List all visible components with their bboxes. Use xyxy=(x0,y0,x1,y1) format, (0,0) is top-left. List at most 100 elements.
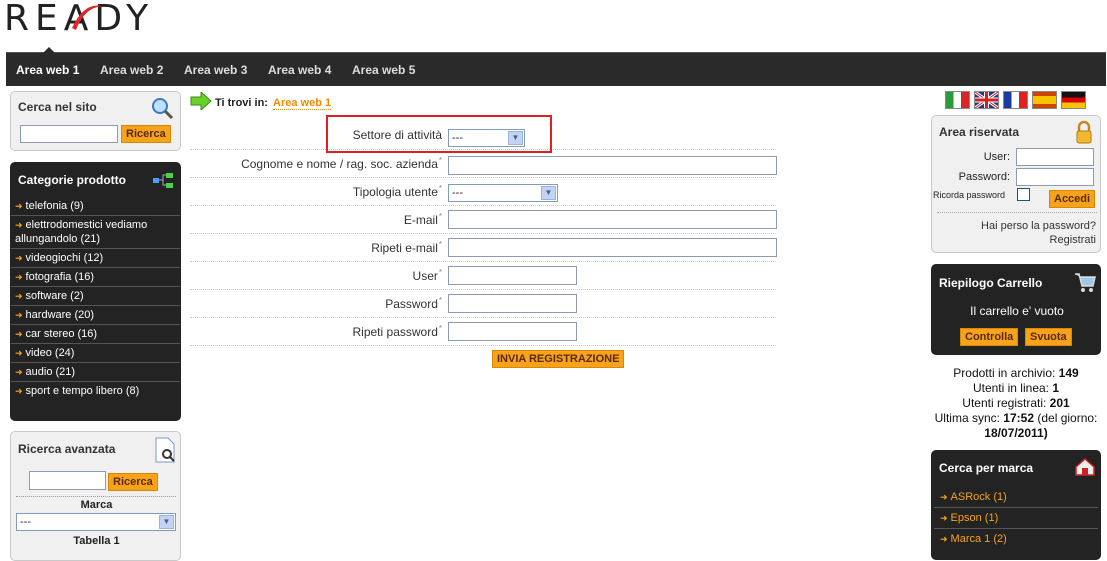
top-navigation: Area web 1 Area web 2 Area web 3 Area we… xyxy=(6,47,1106,87)
cognome-input[interactable] xyxy=(448,156,777,175)
bullet-arrow-icon: ➜ xyxy=(15,310,23,320)
form-row-cognome: Cognome e nome / rag. soc. azienda* xyxy=(190,150,777,178)
category-item-audio[interactable]: ➜ audio (21) xyxy=(11,362,180,381)
category-label: telefonia (9) xyxy=(25,200,84,212)
brand-label: Epson (1) xyxy=(950,512,999,524)
cart-check-button[interactable]: Controlla xyxy=(960,328,1019,346)
advanced-search-box: Ricerca avanzata Ricerca Marca --- ▼ Tab… xyxy=(10,431,181,561)
cart-empty-button[interactable]: Svuota xyxy=(1025,328,1072,346)
form-row-tipologia: Tipologia utente* --- ▼ xyxy=(190,178,776,206)
brand-select[interactable]: --- ▼ xyxy=(16,513,176,531)
flag-spain-icon[interactable] xyxy=(1032,91,1057,109)
bullet-arrow-icon: ➜ xyxy=(15,253,23,263)
stat-sync: Ultima sync: 17:52 (del giorno: 18/07/201… xyxy=(934,411,1098,440)
table-label: Tabella 1 xyxy=(73,535,120,547)
form-row-user: User* xyxy=(190,262,776,290)
category-label: sport e tempo libero (8) xyxy=(25,385,140,397)
category-item-sport[interactable]: ➜ sport e tempo libero (8) xyxy=(11,381,180,400)
reserved-area-box: Area riservata User: Password: Ricorda p… xyxy=(931,115,1101,253)
category-item-fotografia[interactable]: ➜ fotografia (16) xyxy=(11,267,180,286)
nav-area-web-3[interactable]: Area web 3 xyxy=(184,53,247,87)
field-label: E-mail* xyxy=(403,212,442,227)
category-list: ➜ telefonia (9) ➜ elettrodomestici vediamo… xyxy=(11,197,180,400)
form-row-email: E-mail* xyxy=(190,206,777,234)
category-item-software[interactable]: ➜ software (2) xyxy=(11,286,180,305)
brand-item-epson[interactable]: ➜ Epson (1) xyxy=(934,507,1098,528)
bullet-arrow-icon: ➜ xyxy=(940,492,948,502)
repeat-password-input[interactable] xyxy=(448,322,577,341)
stat-products: Prodotti in archivio: 149 xyxy=(953,366,1079,380)
user-input[interactable] xyxy=(448,266,577,285)
divider xyxy=(16,496,176,497)
site-logo[interactable]: READY xyxy=(4,0,154,40)
chevron-down-icon: ▼ xyxy=(541,186,556,200)
field-label: Cognome e nome / rag. soc. azienda* xyxy=(241,156,442,171)
nav-area-web-5[interactable]: Area web 5 xyxy=(352,53,415,87)
login-button[interactable]: Accedi xyxy=(1049,190,1096,208)
category-label: videogiochi (12) xyxy=(25,252,104,264)
field-label: Tipologia utente* xyxy=(352,184,442,199)
bullet-arrow-icon: ➜ xyxy=(15,367,23,377)
login-user-label: User: xyxy=(983,151,1010,163)
flag-uk-icon[interactable] xyxy=(974,90,999,110)
categories-box: Categorie prodotto ➜ telefonia (9) ➜ elett… xyxy=(10,162,181,421)
form-row-password: Password* xyxy=(190,290,776,318)
bullet-arrow-icon: ➜ xyxy=(15,201,23,211)
breadcrumb-link[interactable]: Area web 1 xyxy=(273,97,332,110)
submit-registration-button[interactable]: INVIA REGISTRAZIONE xyxy=(492,350,625,368)
flag-italy-icon[interactable] xyxy=(945,91,970,109)
bullet-arrow-icon: ➜ xyxy=(15,386,23,396)
category-item-videogiochi[interactable]: ➜ videogiochi (12) xyxy=(11,248,180,267)
field-label: Password* xyxy=(385,296,442,311)
remember-password-checkbox[interactable] xyxy=(1017,188,1030,201)
cart-summary-box: Riepilogo Carrello Il carrello e' vuoto … xyxy=(931,264,1101,355)
brand-search-box: Cerca per marca ➜ ASRock (1) ➜ Epson (1) ➜… xyxy=(931,450,1101,560)
category-item-car-stereo[interactable]: ➜ car stereo (16) xyxy=(11,324,180,343)
bullet-arrow-icon: ➜ xyxy=(15,291,23,301)
category-label: audio (21) xyxy=(25,366,76,378)
category-item-telefonia[interactable]: ➜ telefonia (9) xyxy=(11,197,180,215)
nav-area-web-2[interactable]: Area web 2 xyxy=(100,53,163,87)
lost-password-link[interactable]: Hai perso la password? xyxy=(981,220,1096,232)
category-label: elettrodomestici vediamo allungandolo (2… xyxy=(15,219,148,245)
bullet-arrow-icon: ➜ xyxy=(15,272,23,282)
brand-label: Marca 1 (2) xyxy=(950,533,1007,545)
login-password-input[interactable] xyxy=(1016,168,1094,186)
category-label: fotografia (16) xyxy=(25,271,95,283)
nav-area-web-4[interactable]: Area web 4 xyxy=(268,53,331,87)
brand-item-asrock[interactable]: ➜ ASRock (1) xyxy=(934,487,1098,507)
site-search-input[interactable] xyxy=(20,125,118,143)
site-stats: Prodotti in archivio: 149 Utenti in line… xyxy=(931,366,1101,441)
stat-registered: Utenti registrati: 201 xyxy=(962,396,1070,410)
login-user-input[interactable] xyxy=(1016,148,1094,166)
form-row-ripeti-email: Ripeti e-mail* xyxy=(190,234,777,262)
register-link[interactable]: Registrati xyxy=(1050,234,1096,246)
category-item-video[interactable]: ➜ video (24) xyxy=(11,343,180,362)
category-item-hardware[interactable]: ➜ hardware (20) xyxy=(11,305,180,324)
flag-germany-icon[interactable] xyxy=(1061,91,1086,109)
field-label: User* xyxy=(412,268,442,283)
category-tree-icon xyxy=(153,173,173,188)
logo-swoosh-icon xyxy=(72,5,102,30)
email-input[interactable] xyxy=(448,210,777,229)
advanced-search-input[interactable] xyxy=(29,471,106,490)
category-item-elettrodomestici[interactable]: ➜ elettrodomestici vediamo allungandolo (… xyxy=(11,215,180,248)
site-search-button[interactable]: Ricerca xyxy=(121,125,171,143)
field-label: Ripeti e-mail* xyxy=(371,240,442,255)
tipologia-select-value: --- xyxy=(452,187,463,199)
repeat-email-input[interactable] xyxy=(448,238,777,257)
nav-area-web-1[interactable]: Area web 1 xyxy=(16,53,79,87)
flag-france-icon[interactable] xyxy=(1003,91,1028,109)
breadcrumb-prefix: Ti trovi in: xyxy=(215,97,268,109)
stat-online: Utenti in linea: 1 xyxy=(972,381,1060,395)
brand-label: ASRock (1) xyxy=(950,491,1007,503)
category-label: video (24) xyxy=(25,347,75,359)
bullet-arrow-icon: ➜ xyxy=(940,513,948,523)
form-row-ripeti-password: Ripeti password* xyxy=(190,318,776,346)
password-input[interactable] xyxy=(448,294,577,313)
document-search-icon xyxy=(155,437,175,463)
tipologia-select[interactable]: --- ▼ xyxy=(448,184,558,202)
uk-cross-icon xyxy=(974,90,999,110)
brand-label: Marca xyxy=(80,499,113,511)
advanced-search-button[interactable]: Ricerca xyxy=(108,473,158,491)
